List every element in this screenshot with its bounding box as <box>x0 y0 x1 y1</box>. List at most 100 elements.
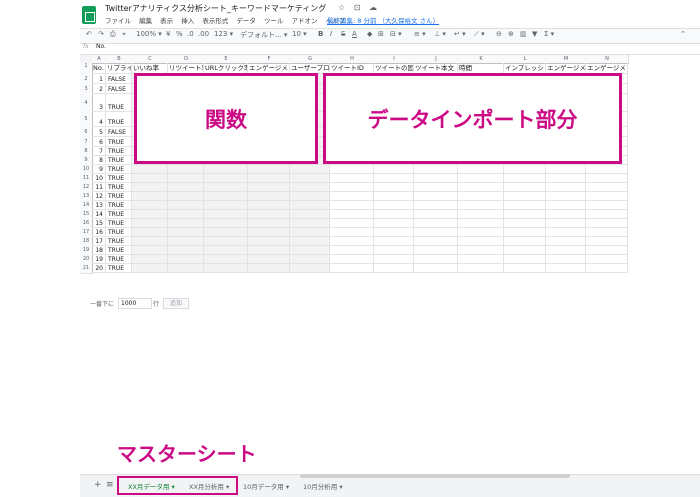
table-cell[interactable] <box>290 219 330 228</box>
menu-file[interactable]: ファイル <box>105 17 131 25</box>
table-cell[interactable] <box>414 183 458 192</box>
table-cell[interactable]: TRUE <box>106 183 132 192</box>
table-cell[interactable] <box>374 219 414 228</box>
table-cell[interactable] <box>504 210 546 219</box>
table-cell[interactable] <box>586 165 628 174</box>
table-cell[interactable]: 6 <box>92 137 106 147</box>
table-cell[interactable] <box>458 174 504 183</box>
table-cell[interactable] <box>374 183 414 192</box>
table-cell[interactable] <box>248 264 290 273</box>
table-cell[interactable]: 19 <box>92 255 106 264</box>
table-cell[interactable]: FALSE <box>106 74 132 84</box>
font-select[interactable]: デフォルト... ▾ <box>240 30 287 40</box>
table-cell[interactable] <box>374 237 414 246</box>
table-cell[interactable] <box>204 219 248 228</box>
table-cell[interactable] <box>458 210 504 219</box>
add-rows-button[interactable]: 追加 <box>163 298 189 309</box>
menu-data[interactable]: データ <box>236 17 256 25</box>
table-cell[interactable] <box>586 246 628 255</box>
table-cell[interactable] <box>132 228 168 237</box>
table-cell[interactable]: TRUE <box>106 112 132 127</box>
table-cell[interactable] <box>458 264 504 273</box>
table-cell[interactable] <box>204 246 248 255</box>
table-cell[interactable] <box>586 174 628 183</box>
font-size-select[interactable]: 10 ▾ <box>292 30 307 38</box>
table-cell[interactable] <box>504 228 546 237</box>
table-cell[interactable]: 16 <box>92 228 106 237</box>
menu-view[interactable]: 表示 <box>160 17 173 25</box>
table-cell[interactable] <box>132 246 168 255</box>
horizontal-scrollbar[interactable] <box>300 474 570 478</box>
insert-comment-icon[interactable]: ⊕ <box>508 30 514 38</box>
table-cell[interactable]: 4 <box>92 112 106 127</box>
table-cell[interactable] <box>168 165 204 174</box>
table-cell[interactable] <box>248 183 290 192</box>
table-cell[interactable] <box>168 192 204 201</box>
table-cell[interactable]: TRUE <box>106 165 132 174</box>
table-cell[interactable] <box>504 219 546 228</box>
table-cell[interactable] <box>586 219 628 228</box>
table-cell[interactable] <box>458 165 504 174</box>
table-cell[interactable] <box>330 219 374 228</box>
table-cell[interactable]: TRUE <box>106 255 132 264</box>
table-cell[interactable] <box>248 246 290 255</box>
table-cell[interactable] <box>248 201 290 210</box>
table-cell[interactable] <box>132 210 168 219</box>
table-cell[interactable] <box>458 246 504 255</box>
table-cell[interactable] <box>204 174 248 183</box>
table-cell[interactable] <box>546 237 586 246</box>
table-cell[interactable] <box>290 264 330 273</box>
table-cell[interactable]: FALSE <box>106 84 132 94</box>
merge-cells-icon[interactable]: ⊟ ▾ <box>390 30 402 38</box>
table-cell[interactable] <box>290 228 330 237</box>
number-format-select[interactable]: 123 ▾ <box>214 30 233 38</box>
percent-button[interactable]: % <box>176 30 183 38</box>
table-cell[interactable] <box>330 192 374 201</box>
table-cell[interactable] <box>586 183 628 192</box>
table-cell[interactable] <box>132 237 168 246</box>
table-cell[interactable] <box>414 174 458 183</box>
table-cell[interactable] <box>330 210 374 219</box>
zoom-select[interactable]: 100% ▾ <box>136 30 162 38</box>
table-cell[interactable] <box>374 210 414 219</box>
insert-link-icon[interactable]: ⊖ <box>496 30 502 38</box>
table-cell[interactable] <box>132 219 168 228</box>
table-cell[interactable] <box>586 210 628 219</box>
table-cell[interactable] <box>374 255 414 264</box>
sheets-logo-icon[interactable] <box>82 6 96 24</box>
table-cell[interactable] <box>248 165 290 174</box>
table-cell[interactable] <box>248 219 290 228</box>
last-edit-link[interactable]: 最終編集: 8 分前 （大久保裕文 さん） <box>327 15 439 25</box>
table-cell[interactable] <box>168 183 204 192</box>
table-cell[interactable] <box>290 255 330 264</box>
collapse-toolbar-icon[interactable]: ⌃ <box>680 30 686 38</box>
table-cell[interactable] <box>248 255 290 264</box>
insert-chart-icon[interactable]: ▥ <box>520 30 527 38</box>
table-cell[interactable]: TRUE <box>106 219 132 228</box>
table-cell[interactable] <box>168 219 204 228</box>
table-cell[interactable] <box>586 264 628 273</box>
menu-edit[interactable]: 編集 <box>139 17 152 25</box>
table-cell[interactable] <box>586 192 628 201</box>
table-cell[interactable] <box>204 192 248 201</box>
document-title[interactable]: Twitterアナリティクス分析シート_キーワードマーケティング <box>105 3 326 14</box>
sheet-tab-oct-analysis[interactable]: 10月分析用 ▾ <box>298 480 348 494</box>
table-cell[interactable] <box>132 264 168 273</box>
table-cell[interactable]: TRUE <box>106 192 132 201</box>
table-cell[interactable] <box>204 165 248 174</box>
table-cell[interactable]: 10 <box>92 174 106 183</box>
table-cell[interactable] <box>374 264 414 273</box>
table-cell[interactable]: FALSE <box>106 127 132 137</box>
increase-decimal-button[interactable]: .00 <box>198 30 209 38</box>
table-cell[interactable] <box>374 174 414 183</box>
table-cell[interactable] <box>168 201 204 210</box>
table-cell[interactable] <box>586 201 628 210</box>
table-cell[interactable] <box>504 201 546 210</box>
add-sheet-icon[interactable]: + <box>94 480 102 490</box>
print-icon[interactable]: ⎙ <box>110 30 116 39</box>
table-cell[interactable] <box>586 255 628 264</box>
table-cell[interactable] <box>290 165 330 174</box>
vertical-align-icon[interactable]: ⊥ ▾ <box>434 30 446 38</box>
paint-format-icon[interactable]: ⌖ <box>122 30 126 39</box>
table-cell[interactable]: 18 <box>92 246 106 255</box>
